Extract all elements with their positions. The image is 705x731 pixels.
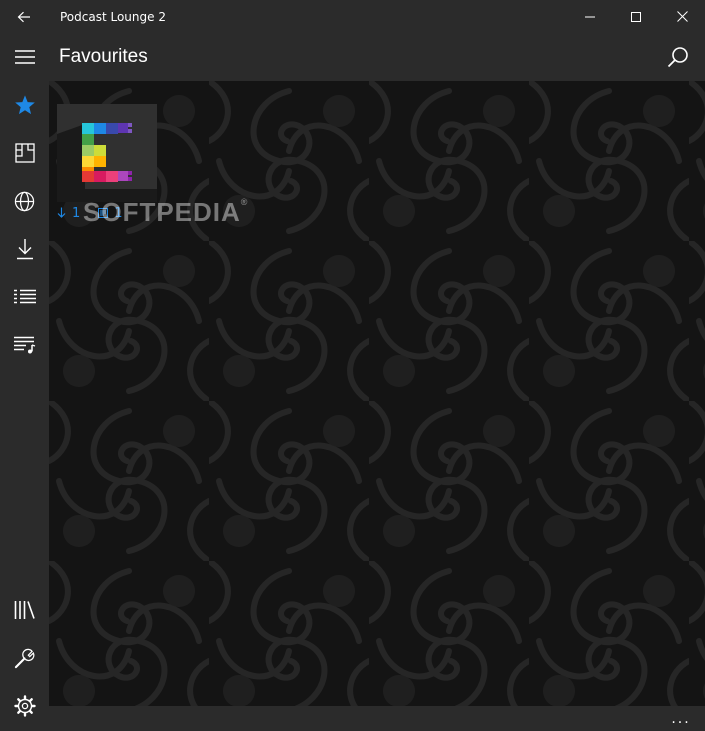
sidebar-item-discover[interactable] [0,177,49,225]
more-options-button[interactable]: ... [657,706,705,731]
gear-icon [13,695,36,717]
globe-icon [14,191,35,211]
library-icon [14,601,35,619]
hamburger-icon [14,50,35,64]
page-title: Favourites [59,46,148,67]
close-icon [676,11,688,22]
wrench-icon [14,648,35,668]
title-bar: Podcast Lounge 2 [0,0,705,33]
softpedia-watermark: SOFTPEDIA® [83,197,248,228]
hamburger-menu-button[interactable] [0,33,49,81]
download-count: 1 [57,206,80,221]
search-button[interactable] [654,33,702,81]
bottom-app-bar: ... [49,706,705,731]
podcast-grid-icon [14,143,35,163]
maximize-icon [631,11,641,22]
playlist-icon [13,336,35,354]
search-icon [667,47,688,68]
page-header: Favourites [0,33,705,81]
podcast-logo-icon [57,123,157,202]
podcast-artwork [57,104,157,202]
minimize-button[interactable] [567,0,613,33]
watermark-text: SOFTPEDIA [83,197,241,227]
watermark-registered-mark: ® [240,197,249,207]
minimize-icon [585,16,595,17]
back-arrow-icon [17,11,30,22]
back-button[interactable] [0,0,48,33]
maximize-button[interactable] [613,0,659,33]
sidebar-item-favourites[interactable] [0,81,49,129]
sidebar-item-tools[interactable] [0,634,49,682]
sidebar-item-settings[interactable] [0,682,49,730]
close-button[interactable] [659,0,705,33]
star-icon [14,95,35,115]
window-title: Podcast Lounge 2 [60,9,166,24]
list-icon [13,289,36,304]
sidebar-item-library[interactable] [0,586,49,634]
download-count-icon [57,207,66,218]
download-icon [16,239,33,260]
favourites-content: 1 1 SOFTPEDIA® [49,81,705,706]
download-count-value: 1 [72,205,81,221]
sidebar-item-podcasts[interactable] [0,129,49,177]
sidebar-item-playlist[interactable] [0,321,49,369]
sidebar-item-downloads[interactable] [0,225,49,273]
nav-sidebar [0,81,49,731]
sidebar-item-list[interactable] [0,273,49,321]
